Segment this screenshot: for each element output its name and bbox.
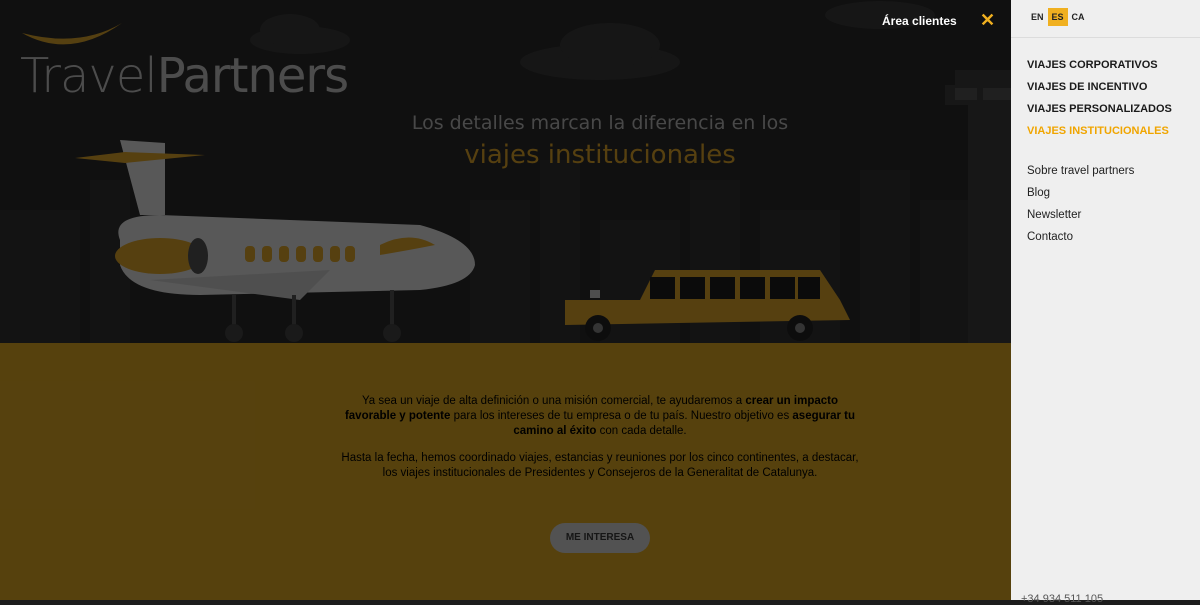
side-menu-panel: EN ES CA VIAJES CORPORATIVOS VIAJES DE I…: [1011, 0, 1200, 605]
menu-item-sobre[interactable]: Sobre travel partners: [1027, 163, 1134, 185]
menu-item-contacto[interactable]: Contacto: [1027, 229, 1134, 251]
language-switcher: EN ES CA: [1027, 8, 1089, 26]
secondary-menu: Sobre travel partners Blog Newsletter Co…: [1027, 163, 1134, 251]
hero-subtitle: viajes institucionales: [464, 140, 736, 170]
intro-text-b: para los intereses de tu empresa o de tu…: [450, 410, 793, 422]
menu-item-newsletter[interactable]: Newsletter: [1027, 207, 1134, 229]
client-area-link[interactable]: Área clientes: [882, 14, 957, 28]
logo-word-light: Travel: [20, 48, 158, 104]
menu-item-viajes-incentivo[interactable]: VIAJES DE INCENTIVO: [1027, 79, 1172, 101]
me-interesa-button[interactable]: ME INTERESA: [550, 523, 650, 553]
services-menu: VIAJES CORPORATIVOS VIAJES DE INCENTIVO …: [1027, 57, 1172, 145]
intro-text-a: Ya sea un viaje de alta definición o una…: [361, 395, 746, 407]
intro-paragraph: Ya sea un viaje de alta definición o una…: [340, 394, 860, 439]
brand-logo[interactable]: TravelPartners: [20, 52, 349, 100]
lang-ca[interactable]: CA: [1068, 8, 1089, 26]
lang-es[interactable]: ES: [1047, 8, 1068, 26]
history-paragraph: Hasta la fecha, hemos coordinado viajes,…: [341, 452, 859, 479]
menu-item-viajes-personalizados[interactable]: VIAJES PERSONALIZADOS: [1027, 101, 1172, 123]
panel-divider: [1011, 37, 1200, 38]
page: TravelPartners Los detalles marcan la di…: [0, 0, 1200, 605]
intro-text-c: con cada detalle.: [596, 425, 687, 437]
logo-word-bold: Partners: [156, 48, 349, 104]
menu-item-viajes-corporativos[interactable]: VIAJES CORPORATIVOS: [1027, 57, 1172, 79]
close-icon[interactable]: ✕: [980, 10, 995, 31]
hero-title: Los detalles marcan la diferencia en los: [411, 112, 789, 134]
lang-en[interactable]: EN: [1027, 8, 1048, 26]
phone-number[interactable]: +34 934 511 105: [1021, 593, 1103, 605]
menu-item-viajes-institucionales[interactable]: VIAJES INSTITUCIONALES: [1027, 123, 1172, 145]
menu-item-blog[interactable]: Blog: [1027, 185, 1134, 207]
